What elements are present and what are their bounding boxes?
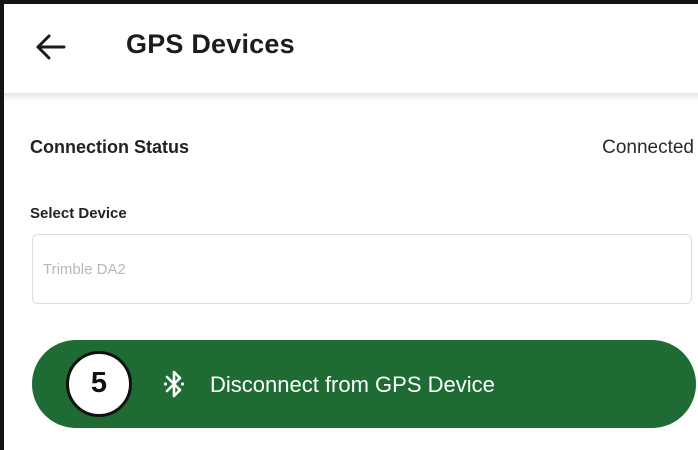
device-select-value: Trimble DA2 <box>43 261 126 278</box>
select-device-label: Select Device <box>30 205 127 222</box>
device-select-field[interactable]: Trimble DA2 <box>32 234 692 304</box>
page-title: GPS Devices <box>126 29 295 59</box>
disconnect-button-label: Disconnect from GPS Device <box>210 372 495 397</box>
app-bar-divider <box>4 93 698 101</box>
step-number-badge: 5 <box>66 351 132 417</box>
connection-status-label: Connection Status <box>30 137 190 157</box>
connection-status-row: Connection Status Connected <box>30 137 694 163</box>
app-screen: GPS Devices Connection Status Connected … <box>0 0 698 450</box>
connection-status-value: Connected <box>602 137 694 158</box>
bluetooth-icon <box>164 370 184 398</box>
app-bar: GPS Devices <box>4 4 698 93</box>
back-arrow-icon[interactable] <box>34 32 68 62</box>
